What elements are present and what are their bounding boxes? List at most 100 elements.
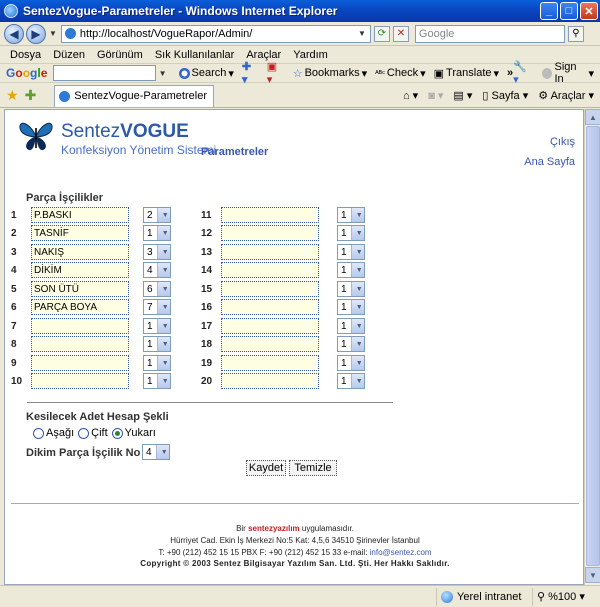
piece-order-select[interactable]: 6 ▼ bbox=[143, 281, 171, 297]
menu-item-favorites[interactable]: Sık Kullanılanlar bbox=[155, 49, 235, 61]
browser-search-input[interactable]: Google bbox=[414, 24, 565, 43]
spellcheck-button[interactable]: ᴬᴮᶜ Check ▾ bbox=[375, 67, 426, 80]
piece-name-input[interactable]: PARÇA BOYA bbox=[31, 299, 129, 315]
piece-name-input[interactable] bbox=[221, 318, 319, 334]
piece-name-input[interactable]: P.BASKI bbox=[31, 207, 129, 223]
logout-link[interactable]: Çıkış bbox=[550, 136, 575, 148]
tools-menu[interactable]: ⚙ Araçlar ▾ bbox=[538, 89, 594, 102]
favorites-star-icon[interactable]: ★ bbox=[6, 87, 19, 104]
list-item: 2 TASNİF bbox=[11, 225, 129, 241]
radio-yukari[interactable]: Yukarı bbox=[111, 427, 156, 439]
google-dropdown-icon[interactable]: ▼ bbox=[159, 69, 167, 78]
feeds-icon[interactable]: ◙ ▾ bbox=[428, 89, 443, 102]
piece-name-input[interactable] bbox=[221, 355, 319, 371]
translate-button[interactable]: ▣ Translate ▾ bbox=[434, 67, 499, 80]
piece-order-select[interactable]: 3 ▼ bbox=[143, 244, 171, 260]
zoom-control[interactable]: ⚲ %100 ▾ bbox=[532, 587, 600, 606]
signin-button[interactable]: Sign In ▾ bbox=[542, 61, 594, 85]
piece-order-select[interactable]: 1 ▼ bbox=[337, 336, 365, 352]
wrench-icon[interactable]: 🔧 ▾ bbox=[513, 60, 534, 86]
menu-item-view[interactable]: Görünüm bbox=[97, 49, 143, 61]
spellcheck-icon: ᴬᴮᶜ bbox=[375, 68, 385, 78]
divider bbox=[27, 402, 393, 403]
menu-item-help[interactable]: Yardım bbox=[293, 49, 328, 61]
menu-item-file[interactable]: Dosya bbox=[10, 49, 41, 61]
home-link[interactable]: Ana Sayfa bbox=[524, 156, 575, 168]
piece-order-select[interactable]: 1 ▼ bbox=[337, 244, 365, 260]
scroll-thumb[interactable] bbox=[586, 126, 600, 566]
tab-sentezvogue[interactable]: SentezVogue-Parametreler bbox=[54, 84, 215, 107]
address-bar[interactable]: http://localhost/VogueRapor/Admin/ ▼ bbox=[60, 24, 371, 43]
stop-button[interactable]: ✕ bbox=[392, 25, 409, 42]
piece-order-select[interactable]: 1 ▼ bbox=[337, 281, 365, 297]
piece-name-input[interactable]: TASNİF bbox=[31, 225, 129, 241]
piece-order-select[interactable]: 1 ▼ bbox=[337, 355, 365, 371]
email-link[interactable]: info@sentez.com bbox=[370, 548, 432, 557]
refresh-button[interactable]: ⟳ bbox=[373, 25, 390, 42]
save-button[interactable]: Kaydet bbox=[246, 460, 286, 476]
translate-icon: ▣ bbox=[433, 67, 445, 80]
address-dropdown-icon[interactable]: ▼ bbox=[358, 29, 366, 38]
radio-cift[interactable]: Çift bbox=[78, 427, 108, 439]
piece-name-input[interactable] bbox=[31, 373, 129, 389]
piece-name-input[interactable] bbox=[31, 336, 129, 352]
google-search-button[interactable]: Search ▾ bbox=[178, 67, 234, 80]
status-bar: Yerel intranet ⚲ %100 ▾ bbox=[0, 585, 600, 607]
piece-name-input[interactable]: DİKİM bbox=[31, 262, 129, 278]
close-button[interactable]: ✕ bbox=[580, 2, 598, 20]
back-button[interactable]: ◀ bbox=[4, 23, 24, 44]
piece-name-input[interactable] bbox=[31, 355, 129, 371]
dikim-label: Dikim Parça İşçilik No bbox=[26, 447, 141, 459]
piece-order-select[interactable]: 4 ▼ bbox=[143, 262, 171, 278]
add-favorites-icon[interactable]: ✚ bbox=[25, 87, 37, 104]
history-dropdown-icon[interactable]: ▼ bbox=[49, 29, 57, 38]
clear-button[interactable]: Temizle bbox=[289, 460, 337, 476]
piece-name-input[interactable] bbox=[221, 262, 319, 278]
piece-name-input[interactable] bbox=[31, 318, 129, 334]
scroll-up-icon[interactable]: ▲ bbox=[585, 109, 600, 125]
home-icon[interactable]: ⌂ ▾ bbox=[403, 89, 418, 102]
piece-order-select[interactable]: 1 ▼ bbox=[143, 373, 171, 389]
piece-order-select[interactable]: 7 ▼ bbox=[143, 299, 171, 315]
popup-blocker-icon[interactable]: ▣ ▾ bbox=[267, 60, 285, 86]
footer-credit: Bir sentezyazılım uygulamasıdır. bbox=[236, 524, 354, 533]
piece-order-select[interactable]: 1 ▼ bbox=[337, 373, 365, 389]
vertical-scrollbar[interactable]: ▲ ▼ bbox=[584, 109, 600, 585]
piece-order-select[interactable]: 1 ▼ bbox=[337, 318, 365, 334]
piece-order-select[interactable]: 1 ▼ bbox=[337, 225, 365, 241]
user-icon bbox=[542, 67, 553, 79]
piece-order-select[interactable]: 1 ▼ bbox=[337, 262, 365, 278]
minimize-button[interactable]: _ bbox=[540, 2, 558, 20]
menu-item-edit[interactable]: Düzen bbox=[53, 49, 85, 61]
bookmarks-button[interactable]: ☆ Bookmarks ▾ bbox=[293, 67, 367, 80]
piece-order-select[interactable]: 1 ▼ bbox=[143, 355, 171, 371]
piece-name-input[interactable] bbox=[221, 299, 319, 315]
piece-name-input[interactable] bbox=[221, 373, 319, 389]
scroll-down-icon[interactable]: ▼ bbox=[585, 567, 600, 583]
radio-asagi[interactable]: Aşağı bbox=[33, 427, 74, 439]
piece-name-input[interactable] bbox=[221, 225, 319, 241]
print-icon[interactable]: ▤ ▾ bbox=[453, 89, 472, 102]
piece-order-select[interactable]: 1 ▼ bbox=[143, 336, 171, 352]
piece-name-input[interactable] bbox=[221, 244, 319, 260]
piece-name-input[interactable] bbox=[221, 207, 319, 223]
maximize-button[interactable]: □ bbox=[560, 2, 578, 20]
piece-order-select[interactable]: 1 ▼ bbox=[143, 318, 171, 334]
radio-icon bbox=[78, 427, 90, 439]
address-input[interactable]: http://localhost/VogueRapor/Admin/ bbox=[80, 28, 357, 40]
piece-order-select[interactable]: 2 ▼ bbox=[143, 207, 171, 223]
forward-button[interactable]: ▶ bbox=[26, 23, 46, 44]
piece-name-input[interactable] bbox=[221, 281, 319, 297]
piece-order-select[interactable]: 1 ▼ bbox=[337, 207, 365, 223]
google-search-input[interactable] bbox=[53, 65, 156, 81]
search-icon[interactable]: ⚲ bbox=[567, 25, 584, 42]
piece-name-input[interactable] bbox=[221, 336, 319, 352]
piece-order-select[interactable]: 1 ▼ bbox=[143, 225, 171, 241]
piece-name-input[interactable]: NAKIŞ bbox=[31, 244, 129, 260]
piece-order-select[interactable]: 1 ▼ bbox=[337, 299, 365, 315]
dikim-select[interactable]: 4 ▼ bbox=[142, 444, 170, 460]
page-menu[interactable]: ▯ Sayfa ▾ bbox=[482, 89, 528, 102]
chevron-down-icon: ▼ bbox=[350, 226, 364, 240]
piece-name-input[interactable]: SON ÜTÜ bbox=[31, 281, 129, 297]
plus-icon[interactable]: ✚ ▾ bbox=[242, 60, 259, 86]
